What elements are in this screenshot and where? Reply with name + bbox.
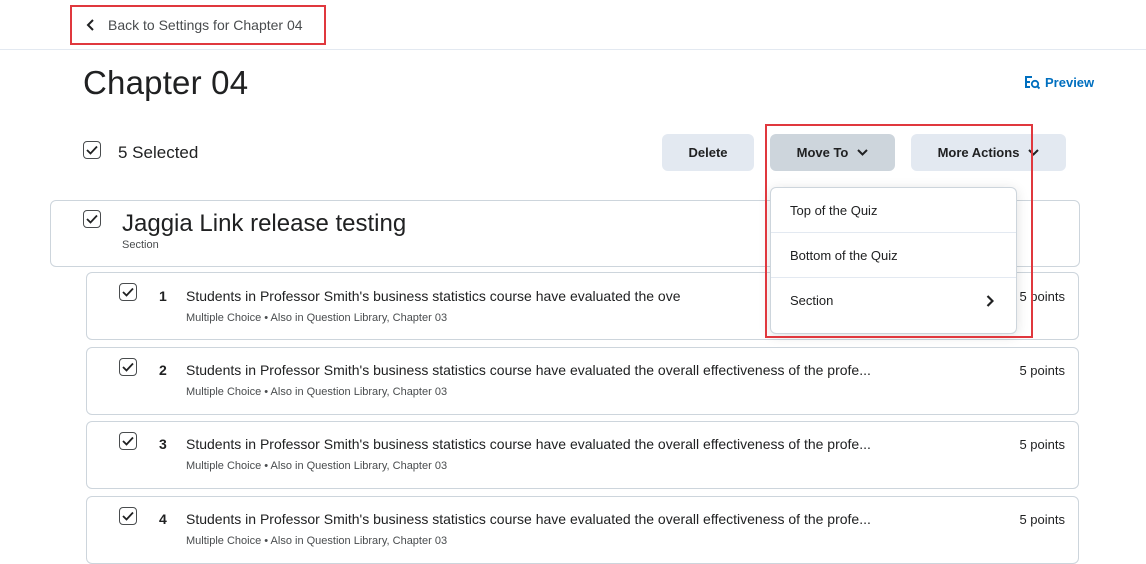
question-number: 2 [159,362,167,378]
chevron-right-icon [986,294,994,307]
preview-button[interactable]: Preview [1024,75,1094,90]
check-icon [86,145,98,155]
question-checkbox[interactable] [119,358,137,376]
delete-button-label: Delete [688,145,728,160]
menu-item-top-of-quiz[interactable]: Top of the Quiz [771,188,1016,233]
question-number: 4 [159,511,167,527]
question-meta: Multiple Choice • Also in Question Libra… [186,535,448,547]
question-row [86,496,1079,564]
check-icon [122,362,134,372]
chevron-down-icon [1028,149,1040,156]
question-text[interactable]: Students in Professor Smith's business s… [186,362,996,378]
page-title: Chapter 04 [83,64,249,101]
question-checkbox[interactable] [119,507,137,525]
move-to-button-label: Move To [796,145,849,160]
question-text[interactable]: Students in Professor Smith's business s… [186,511,996,527]
back-link-label: Back to Settings for Chapter 04 [108,17,303,33]
question-text[interactable]: Students in Professor Smith's business s… [186,436,996,452]
section-type-label: Section [122,239,159,251]
question-checkbox[interactable] [119,432,137,450]
preview-icon [1025,76,1040,90]
menu-item-section[interactable]: Section [771,278,1016,323]
menu-item-label: Bottom of the Quiz [790,247,898,263]
menu-item-bottom-of-quiz[interactable]: Bottom of the Quiz [771,233,1016,278]
check-icon [122,436,134,446]
more-actions-button-label: More Actions [937,145,1020,160]
question-meta: Multiple Choice • Also in Question Libra… [186,460,448,472]
question-points: 5 points [1019,512,1065,527]
question-number: 3 [159,436,167,452]
question-row [86,347,1079,415]
check-icon [86,214,98,224]
chevron-left-icon [86,19,94,31]
move-to-button[interactable]: Move To [770,134,895,171]
question-row [86,421,1079,489]
section-title[interactable]: Jaggia Link release testing [122,210,406,238]
preview-label: Preview [1045,75,1095,90]
more-actions-button[interactable]: More Actions [911,134,1066,171]
question-text[interactable]: Students in Professor Smith's business s… [186,288,768,304]
question-number: 1 [159,288,167,304]
question-points: 5 points [1019,437,1065,452]
chevron-down-icon [857,149,869,156]
check-icon [122,287,134,297]
question-points: 5 points [1019,289,1065,304]
question-points: 5 points [1019,363,1065,378]
question-meta: Multiple Choice • Also in Question Libra… [186,312,448,324]
back-to-settings-link[interactable]: Back to Settings for Chapter 04 [70,5,326,45]
move-to-dropdown-menu: Top of the Quiz Bottom of the Quiz Secti… [770,187,1017,334]
question-meta: Multiple Choice • Also in Question Libra… [186,386,448,398]
check-icon [122,511,134,521]
header-divider [0,49,1146,50]
select-all-checkbox[interactable] [83,141,101,159]
section-checkbox[interactable] [83,210,101,228]
menu-item-label: Section [790,293,834,308]
menu-item-label: Top of the Quiz [790,202,878,218]
delete-button[interactable]: Delete [662,134,754,171]
selected-count: 5 Selected [118,143,199,162]
question-checkbox[interactable] [119,283,137,301]
